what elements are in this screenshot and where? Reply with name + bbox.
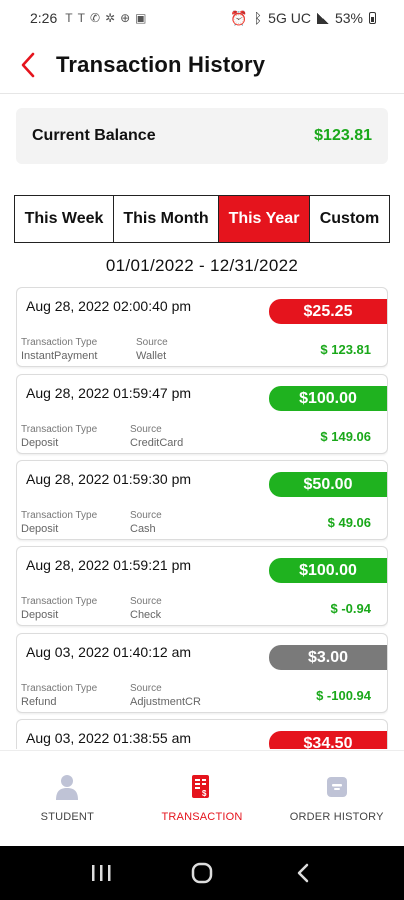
app-header: Transaction History (0, 36, 404, 94)
status-right: ⏰ ᛒ 5G UC 53% (230, 10, 376, 27)
transaction-type: Refund (21, 696, 57, 708)
wifi-calling-icon: ✆ (89, 11, 100, 25)
transaction-type: Deposit (21, 437, 59, 449)
transaction-source: Wallet (136, 350, 167, 362)
transaction-amount: $100.00 (269, 386, 387, 411)
transaction-source: AdjustmentCR (130, 696, 201, 708)
settings-icon: ✲ (105, 11, 116, 25)
tab-this-week[interactable]: This Week (15, 196, 114, 242)
recent-apps-icon (91, 865, 111, 881)
tmobile-icon: T (65, 11, 73, 25)
transaction-date: Aug 28, 2022 01:59:30 pm (26, 471, 192, 487)
tab-this-month[interactable]: This Month (114, 196, 219, 242)
transaction-type: InstantPayment (21, 350, 98, 362)
transaction-card[interactable]: Aug 28, 2022 01:59:21 pm $100.00 Transac… (16, 546, 388, 626)
image-icon: ▣ (135, 11, 147, 25)
transaction-type-label: Transaction Type (21, 424, 98, 435)
tab-custom[interactable]: Custom (310, 196, 389, 242)
transaction-type-label: Transaction Type (21, 683, 98, 694)
transaction-card[interactable]: Aug 28, 2022 01:59:30 pm $50.00 Transact… (16, 460, 388, 540)
back-arrow-icon (21, 52, 35, 77)
date-range: 01/01/2022 - 12/31/2022 (105, 256, 299, 275)
status-bar: 2:26 T T ✆ ✲ ⊕ ▣ ⏰ ᛒ 5G UC 53% (0, 0, 404, 36)
transaction-amount: $34.50 (269, 731, 387, 749)
transaction-list[interactable]: Aug 28, 2022 02:00:40 pm $25.25 Transact… (16, 287, 388, 749)
bluetooth-icon: ᛒ (253, 10, 263, 26)
back-chevron-icon (298, 863, 309, 883)
transaction-icon: $ (189, 773, 215, 801)
transaction-type-label: Transaction Type (21, 510, 98, 521)
bottom-nav: STUDENT $ TRANSACTION ORDER HISTORY (0, 750, 404, 846)
home-icon (191, 862, 213, 884)
svg-text:$: $ (202, 789, 207, 798)
transaction-card[interactable]: Aug 03, 2022 01:38:55 am $34.50 (16, 719, 388, 749)
transaction-date: Aug 28, 2022 01:59:21 pm (26, 557, 192, 573)
transaction-type-label: Transaction Type (21, 337, 98, 348)
transaction-type: Deposit (21, 523, 59, 535)
tmobile-icon: T (77, 11, 85, 25)
transaction-card[interactable]: Aug 28, 2022 02:00:40 pm $25.25 Transact… (16, 287, 388, 367)
page-title: Transaction History (56, 51, 266, 77)
system-nav-bar (0, 846, 404, 900)
status-left: 2:26 T T ✆ ✲ ⊕ ▣ (30, 10, 146, 26)
transaction-source-label: Source (130, 596, 162, 607)
signal-icon (316, 12, 329, 24)
balance-card: Current Balance $123.81 (16, 108, 388, 164)
transaction-source: Check (130, 609, 162, 621)
nav-item-order-history[interactable]: ORDER HISTORY (269, 751, 404, 846)
transaction-balance: $ 149.06 (320, 429, 371, 444)
game-icon: ⊕ (120, 11, 131, 25)
transaction-source: Cash (130, 523, 156, 535)
network-type: 5G UC (268, 10, 311, 26)
transaction-date: Aug 03, 2022 01:40:12 am (26, 644, 192, 660)
transaction-balance: $ -100.94 (316, 688, 371, 703)
battery-level: 53% (334, 10, 363, 26)
period-tabs: This Week This Month This Year Custom (14, 195, 390, 243)
notification-icons: T T ✆ ✲ ⊕ ▣ (65, 11, 146, 25)
tab-this-year[interactable]: This Year (219, 196, 310, 242)
transaction-source-label: Source (136, 337, 168, 348)
nav-label-student: STUDENT (40, 811, 95, 823)
back-button[interactable] (0, 36, 56, 94)
transaction-date: Aug 28, 2022 01:59:47 pm (26, 385, 192, 401)
transaction-balance: $ 49.06 (327, 515, 371, 530)
transaction-balance: $ 123.81 (320, 342, 371, 357)
balance-label: Current Balance (32, 127, 156, 144)
alarm-icon: ⏰ (230, 9, 248, 26)
transaction-amount: $100.00 (269, 558, 387, 583)
nav-item-transaction[interactable]: $ TRANSACTION (135, 751, 270, 846)
student-icon (54, 773, 80, 801)
battery-icon (369, 12, 376, 24)
nav-item-student[interactable]: STUDENT (0, 751, 135, 846)
home-button[interactable] (182, 853, 222, 893)
transaction-card[interactable]: Aug 03, 2022 01:40:12 am $3.00 Transacti… (16, 633, 388, 713)
transaction-source-label: Source (130, 683, 162, 694)
transaction-type: Deposit (21, 609, 59, 621)
transaction-type-label: Transaction Type (21, 596, 98, 607)
transaction-source: CreditCard (130, 437, 184, 449)
order-history-icon (324, 773, 350, 801)
transaction-amount: $50.00 (269, 472, 387, 497)
transaction-card[interactable]: Aug 28, 2022 01:59:47 pm $100.00 Transac… (16, 374, 388, 454)
nav-label-transaction: TRANSACTION (161, 811, 243, 823)
transaction-amount: $3.00 (269, 645, 387, 670)
transaction-source-label: Source (130, 510, 162, 521)
transaction-date: Aug 28, 2022 02:00:40 pm (26, 298, 192, 314)
transaction-balance: $ -0.94 (330, 601, 371, 616)
status-time: 2:26 (30, 10, 58, 26)
recent-apps-button[interactable] (81, 853, 121, 893)
back-nav-button[interactable] (283, 853, 323, 893)
transaction-date: Aug 03, 2022 01:38:55 am (26, 730, 192, 746)
transaction-amount: $25.25 (269, 299, 387, 324)
transaction-source-label: Source (130, 424, 162, 435)
nav-label-order-history: ORDER HISTORY (289, 811, 384, 823)
balance-value: $123.81 (314, 127, 372, 144)
